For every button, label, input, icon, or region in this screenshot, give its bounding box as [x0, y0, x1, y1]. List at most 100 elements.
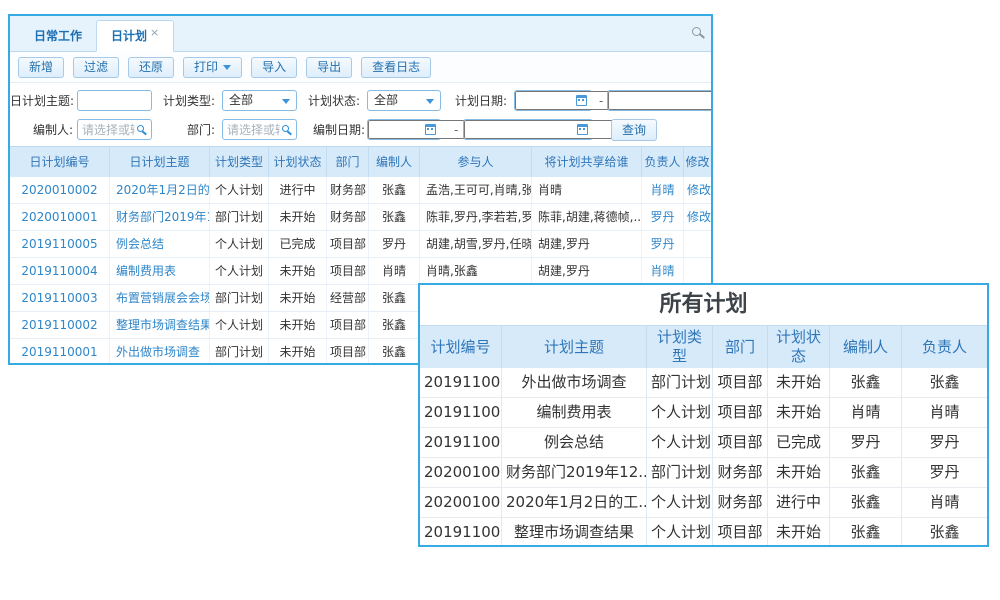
cell-plan-status: 进行中 — [768, 488, 830, 517]
all-plans-table-header: 计划编号 计划主题 计划类型 部门 计划状态 编制人 负责人 — [420, 325, 987, 368]
col-plan-type[interactable]: 计划类型 — [210, 147, 269, 177]
col-plan-id: 计划编号 — [420, 326, 502, 368]
col-plan-type: 计划类型 — [647, 326, 713, 368]
query-button[interactable]: 查询 — [611, 119, 657, 141]
add-button[interactable]: 新增 — [18, 57, 64, 78]
table-row: 2020010001 财务部门2019年12... 部门计划 财务部 未开始 张… — [420, 458, 987, 488]
cell-dept: 财务部 — [713, 488, 768, 517]
create-date-label: 编制日期: — [301, 119, 365, 141]
col-dept[interactable]: 部门 — [327, 147, 369, 177]
cell-plan-id[interactable]: 2020010001 — [10, 204, 110, 230]
calendar-icon[interactable] — [576, 95, 587, 106]
cell-plan-status: 未开始 — [768, 368, 830, 397]
cell-plan-status: 未开始 — [768, 398, 830, 427]
calendar-icon[interactable] — [425, 124, 436, 135]
col-plan-id[interactable]: 日计划编号 — [10, 147, 110, 177]
cell-edit-link[interactable] — [684, 258, 711, 284]
col-owner[interactable]: 负责人 — [642, 147, 684, 177]
filter-button[interactable]: 过滤 — [73, 57, 119, 78]
cell-plan-id[interactable]: 2019110004 — [10, 258, 110, 284]
subject-label: 日计划主题: — [10, 90, 73, 112]
cell-plan-status: 未开始 — [269, 204, 327, 230]
plan-status-value: 全部 — [374, 93, 398, 107]
cell-plan-type: 部门计划 — [647, 368, 713, 397]
export-button[interactable]: 导出 — [306, 57, 352, 78]
cell-plan-id: 2020010001 — [420, 458, 502, 487]
cell-owner-link[interactable]: 肖晴 — [642, 258, 684, 284]
cell-participants: 肖晴,张鑫 — [420, 258, 532, 284]
table-row[interactable]: 2020010001 财务部门2019年12月的... 部门计划 未开始 财务部… — [10, 204, 711, 231]
view-log-button[interactable]: 查看日志 — [361, 57, 431, 78]
cell-creator: 张鑫 — [369, 204, 420, 230]
cell-plan-type: 个人计划 — [210, 231, 269, 257]
cell-plan-id[interactable]: 2020010002 — [10, 177, 110, 203]
cell-owner: 肖晴 — [902, 398, 987, 427]
cell-plan-status: 已完成 — [269, 231, 327, 257]
all-plans-title: 所有计划 — [420, 285, 987, 325]
cell-creator: 罗丹 — [369, 231, 420, 257]
tab-daily-work[interactable]: 日常工作 — [20, 21, 96, 51]
table-row[interactable]: 2019110005 例会总结 个人计划 已完成 项目部 罗丹 胡建,胡雪,罗丹… — [10, 231, 711, 258]
cell-plan-id[interactable]: 2019110003 — [10, 285, 110, 311]
plan-date-end-input[interactable] — [608, 91, 713, 110]
plan-type-select[interactable]: 全部 — [222, 90, 297, 111]
cell-plan-id: 2019110001 — [420, 368, 502, 397]
cell-plan-status: 已完成 — [768, 428, 830, 457]
col-creator[interactable]: 编制人 — [369, 147, 420, 177]
import-button[interactable]: 导入 — [251, 57, 297, 78]
cell-plan-subject[interactable]: 2020年1月2日的工作日... — [110, 177, 210, 203]
tab-daily-plan-label: 日计划 — [111, 29, 147, 43]
cell-plan-status: 未开始 — [768, 518, 830, 547]
cell-edit-link[interactable] — [684, 231, 711, 257]
cell-owner-link[interactable]: 肖晴 — [642, 177, 684, 203]
plan-status-select[interactable]: 全部 — [367, 90, 441, 111]
cell-plan-type: 个人计划 — [210, 258, 269, 284]
col-plan-subject: 计划主题 — [502, 326, 647, 368]
col-edit[interactable]: 修改 — [684, 147, 711, 177]
cell-edit-link[interactable]: 修改 — [684, 177, 711, 203]
calendar-icon[interactable] — [577, 124, 588, 135]
cell-plan-type: 个人计划 — [647, 518, 713, 547]
cell-dept: 财务部 — [327, 177, 369, 203]
cell-plan-subject: 例会总结 — [502, 428, 647, 457]
tab-daily-plan[interactable]: 日计划× — [96, 20, 174, 52]
cell-plan-subject[interactable]: 外出做市场调查 — [110, 339, 210, 365]
col-shared-with[interactable]: 将计划共享给谁 — [532, 147, 642, 177]
print-button[interactable]: 打印 — [183, 57, 242, 78]
search-icon[interactable] — [137, 125, 144, 132]
col-plan-status[interactable]: 计划状态 — [269, 147, 327, 177]
cell-dept: 项目部 — [713, 398, 768, 427]
plan-type-label: 计划类型: — [158, 90, 215, 112]
cell-plan-subject[interactable]: 例会总结 — [110, 231, 210, 257]
search-icon[interactable] — [282, 125, 289, 132]
tab-close-icon[interactable]: × — [150, 26, 159, 39]
cell-edit-link[interactable]: 修改 — [684, 204, 711, 230]
cell-plan-subject[interactable]: 布置营销展会会场 — [110, 285, 210, 311]
col-participants[interactable]: 参与人 — [420, 147, 532, 177]
date-range-separator: - — [599, 90, 603, 112]
cell-plan-subject[interactable]: 财务部门2019年12月的... — [110, 204, 210, 230]
table-row[interactable]: 2019110004 编制费用表 个人计划 未开始 项目部 肖晴 肖晴,张鑫 胡… — [10, 258, 711, 285]
all-plans-panel: 所有计划 计划编号 计划主题 计划类型 部门 计划状态 编制人 负责人 2019… — [418, 283, 989, 547]
cell-plan-type: 个人计划 — [647, 428, 713, 457]
cell-owner-link[interactable]: 罗丹 — [642, 231, 684, 257]
subject-input[interactable] — [78, 91, 151, 110]
quick-search-icon[interactable] — [692, 27, 701, 36]
chevron-down-icon — [282, 99, 290, 104]
restore-button[interactable]: 还原 — [128, 57, 174, 78]
cell-plan-status: 进行中 — [269, 177, 327, 203]
cell-plan-subject: 2020年1月2日的工... — [502, 488, 647, 517]
cell-plan-id[interactable]: 2019110002 — [10, 312, 110, 338]
cell-creator: 张鑫 — [369, 285, 420, 311]
cell-plan-subject[interactable]: 编制费用表 — [110, 258, 210, 284]
col-plan-subject[interactable]: 日计划主题 — [110, 147, 210, 177]
table-row[interactable]: 2020010002 2020年1月2日的工作日... 个人计划 进行中 财务部… — [10, 177, 711, 204]
cell-plan-subject[interactable]: 整理市场调查结果 — [110, 312, 210, 338]
cell-owner: 肖晴 — [902, 488, 987, 517]
create-date-start — [367, 119, 441, 140]
cell-plan-id: 2019110005 — [420, 428, 502, 457]
cell-plan-id[interactable]: 2019110001 — [10, 339, 110, 365]
cell-shared-with: 胡建,罗丹 — [532, 258, 642, 284]
cell-plan-id[interactable]: 2019110005 — [10, 231, 110, 257]
cell-owner-link[interactable]: 罗丹 — [642, 204, 684, 230]
